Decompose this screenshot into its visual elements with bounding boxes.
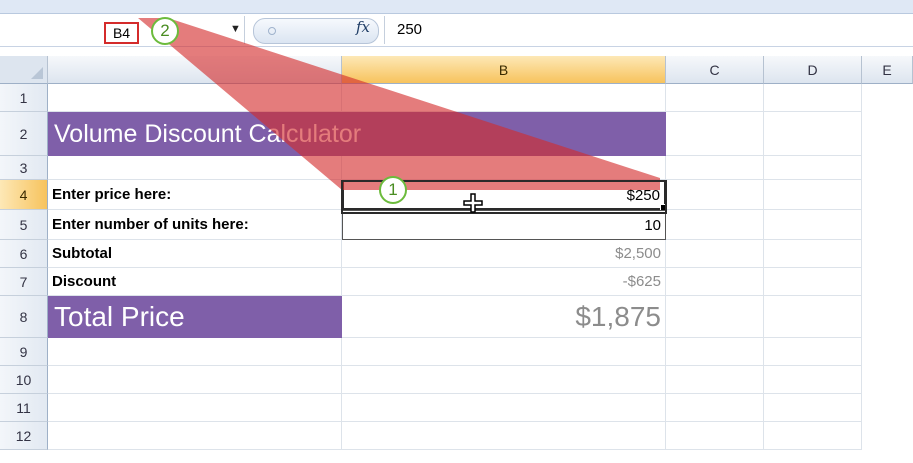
row-header-8[interactable]: 8	[0, 296, 48, 338]
cell-d5[interactable]	[764, 210, 862, 240]
cell-c10[interactable]	[666, 366, 764, 394]
cell-d12[interactable]	[764, 422, 862, 450]
row-12: 12	[0, 422, 913, 450]
worksheet-grid: B C D E 1 2 Volume Discount Calculator 3…	[0, 56, 913, 463]
cell-b9[interactable]	[342, 338, 666, 366]
cell-c12[interactable]	[666, 422, 764, 450]
cell-d9[interactable]	[764, 338, 862, 366]
move-cursor-shape	[463, 193, 483, 213]
callout-2: 2	[151, 17, 179, 45]
column-header-a[interactable]	[48, 56, 342, 84]
units-input-cell[interactable]: 10	[342, 210, 666, 240]
cell-b10[interactable]	[342, 366, 666, 394]
cell-c9[interactable]	[666, 338, 764, 366]
column-headers: B C D E	[0, 56, 913, 84]
column-header-b[interactable]: B	[342, 56, 666, 84]
row-1: 1	[0, 84, 913, 112]
select-all-button[interactable]	[0, 56, 48, 84]
row-header-7[interactable]: 7	[0, 268, 48, 296]
row-header-2[interactable]: 2	[0, 112, 48, 156]
cell-c1[interactable]	[666, 84, 764, 112]
row-header-6[interactable]: 6	[0, 240, 48, 268]
cell-c4[interactable]	[666, 180, 764, 210]
cell-c8[interactable]	[666, 296, 764, 338]
price-label: Enter price here:	[48, 180, 342, 210]
row-header-12[interactable]: 12	[0, 422, 48, 450]
ribbon-edge	[0, 0, 913, 14]
cell-a9[interactable]	[48, 338, 342, 366]
row-header-9[interactable]: 9	[0, 338, 48, 366]
cell-d7[interactable]	[764, 268, 862, 296]
row-7: 7 Discount -$625	[0, 268, 913, 296]
chevron-down-icon[interactable]: ▼	[230, 23, 241, 35]
cell-d4[interactable]	[764, 180, 862, 210]
row-4: 4 Enter price here: $250	[0, 180, 913, 212]
row-8: 8 Total Price $1,875	[0, 296, 913, 338]
cell-b11[interactable]	[342, 394, 666, 422]
units-label: Enter number of units here:	[48, 210, 342, 240]
cell-b1[interactable]	[342, 84, 666, 112]
row-header-5[interactable]: 5	[0, 210, 48, 240]
price-value: $250	[626, 186, 660, 204]
cell-c7[interactable]	[666, 268, 764, 296]
cell-d10[interactable]	[764, 366, 862, 394]
row-6: 6 Subtotal $2,500	[0, 240, 913, 268]
row-5: 5 Enter number of units here: 10	[0, 210, 913, 240]
cell-d6[interactable]	[764, 240, 862, 268]
name-box-value[interactable]: B4	[104, 22, 139, 44]
total-price-value[interactable]: $1,875	[342, 296, 666, 338]
column-header-c[interactable]: C	[666, 56, 764, 84]
row-3: 3	[0, 156, 913, 180]
column-header-d[interactable]: D	[764, 56, 862, 84]
name-box[interactable]: B4 ▼	[0, 16, 245, 44]
row-header-3[interactable]: 3	[0, 156, 48, 180]
formula-bar: B4 ▼ fx 250	[0, 0, 913, 47]
row-header-11[interactable]: 11	[0, 394, 48, 422]
cell-a10[interactable]	[48, 366, 342, 394]
row-header-10[interactable]: 10	[0, 366, 48, 394]
row-10: 10	[0, 366, 913, 394]
cell-c11[interactable]	[666, 394, 764, 422]
column-header-e[interactable]: E	[862, 56, 913, 84]
move-cursor-icon	[463, 193, 483, 213]
row-2: 2 Volume Discount Calculator	[0, 112, 913, 156]
cell-a11[interactable]	[48, 394, 342, 422]
cell-d11[interactable]	[764, 394, 862, 422]
cell-b12[interactable]	[342, 422, 666, 450]
cell-a12[interactable]	[48, 422, 342, 450]
row-11: 11	[0, 394, 913, 422]
total-price-label: Total Price	[48, 296, 342, 338]
subtotal-label: Subtotal	[48, 240, 342, 268]
calculator-title[interactable]: Volume Discount Calculator	[48, 112, 666, 156]
cell-d1[interactable]	[764, 84, 862, 112]
row-header-4[interactable]: 4	[0, 180, 48, 210]
subtotal-value[interactable]: $2,500	[342, 240, 666, 268]
cell-c3[interactable]	[666, 156, 764, 180]
cell-d3[interactable]	[764, 156, 862, 180]
row-header-1[interactable]: 1	[0, 84, 48, 112]
cell-a3[interactable]	[48, 156, 342, 180]
row-9: 9	[0, 338, 913, 366]
discount-value[interactable]: -$625	[342, 268, 666, 296]
insert-function-icon[interactable]: fx	[356, 18, 370, 36]
formula-input[interactable]: 250	[384, 16, 913, 44]
discount-label: Discount	[48, 268, 342, 296]
callout-1: 1	[379, 176, 407, 204]
cell-c5[interactable]	[666, 210, 764, 240]
cell-c2[interactable]	[666, 112, 764, 156]
expand-icon[interactable]	[268, 27, 276, 35]
cell-d2[interactable]	[764, 112, 862, 156]
cell-a1[interactable]	[48, 84, 342, 112]
cell-c6[interactable]	[666, 240, 764, 268]
cell-d8[interactable]	[764, 296, 862, 338]
